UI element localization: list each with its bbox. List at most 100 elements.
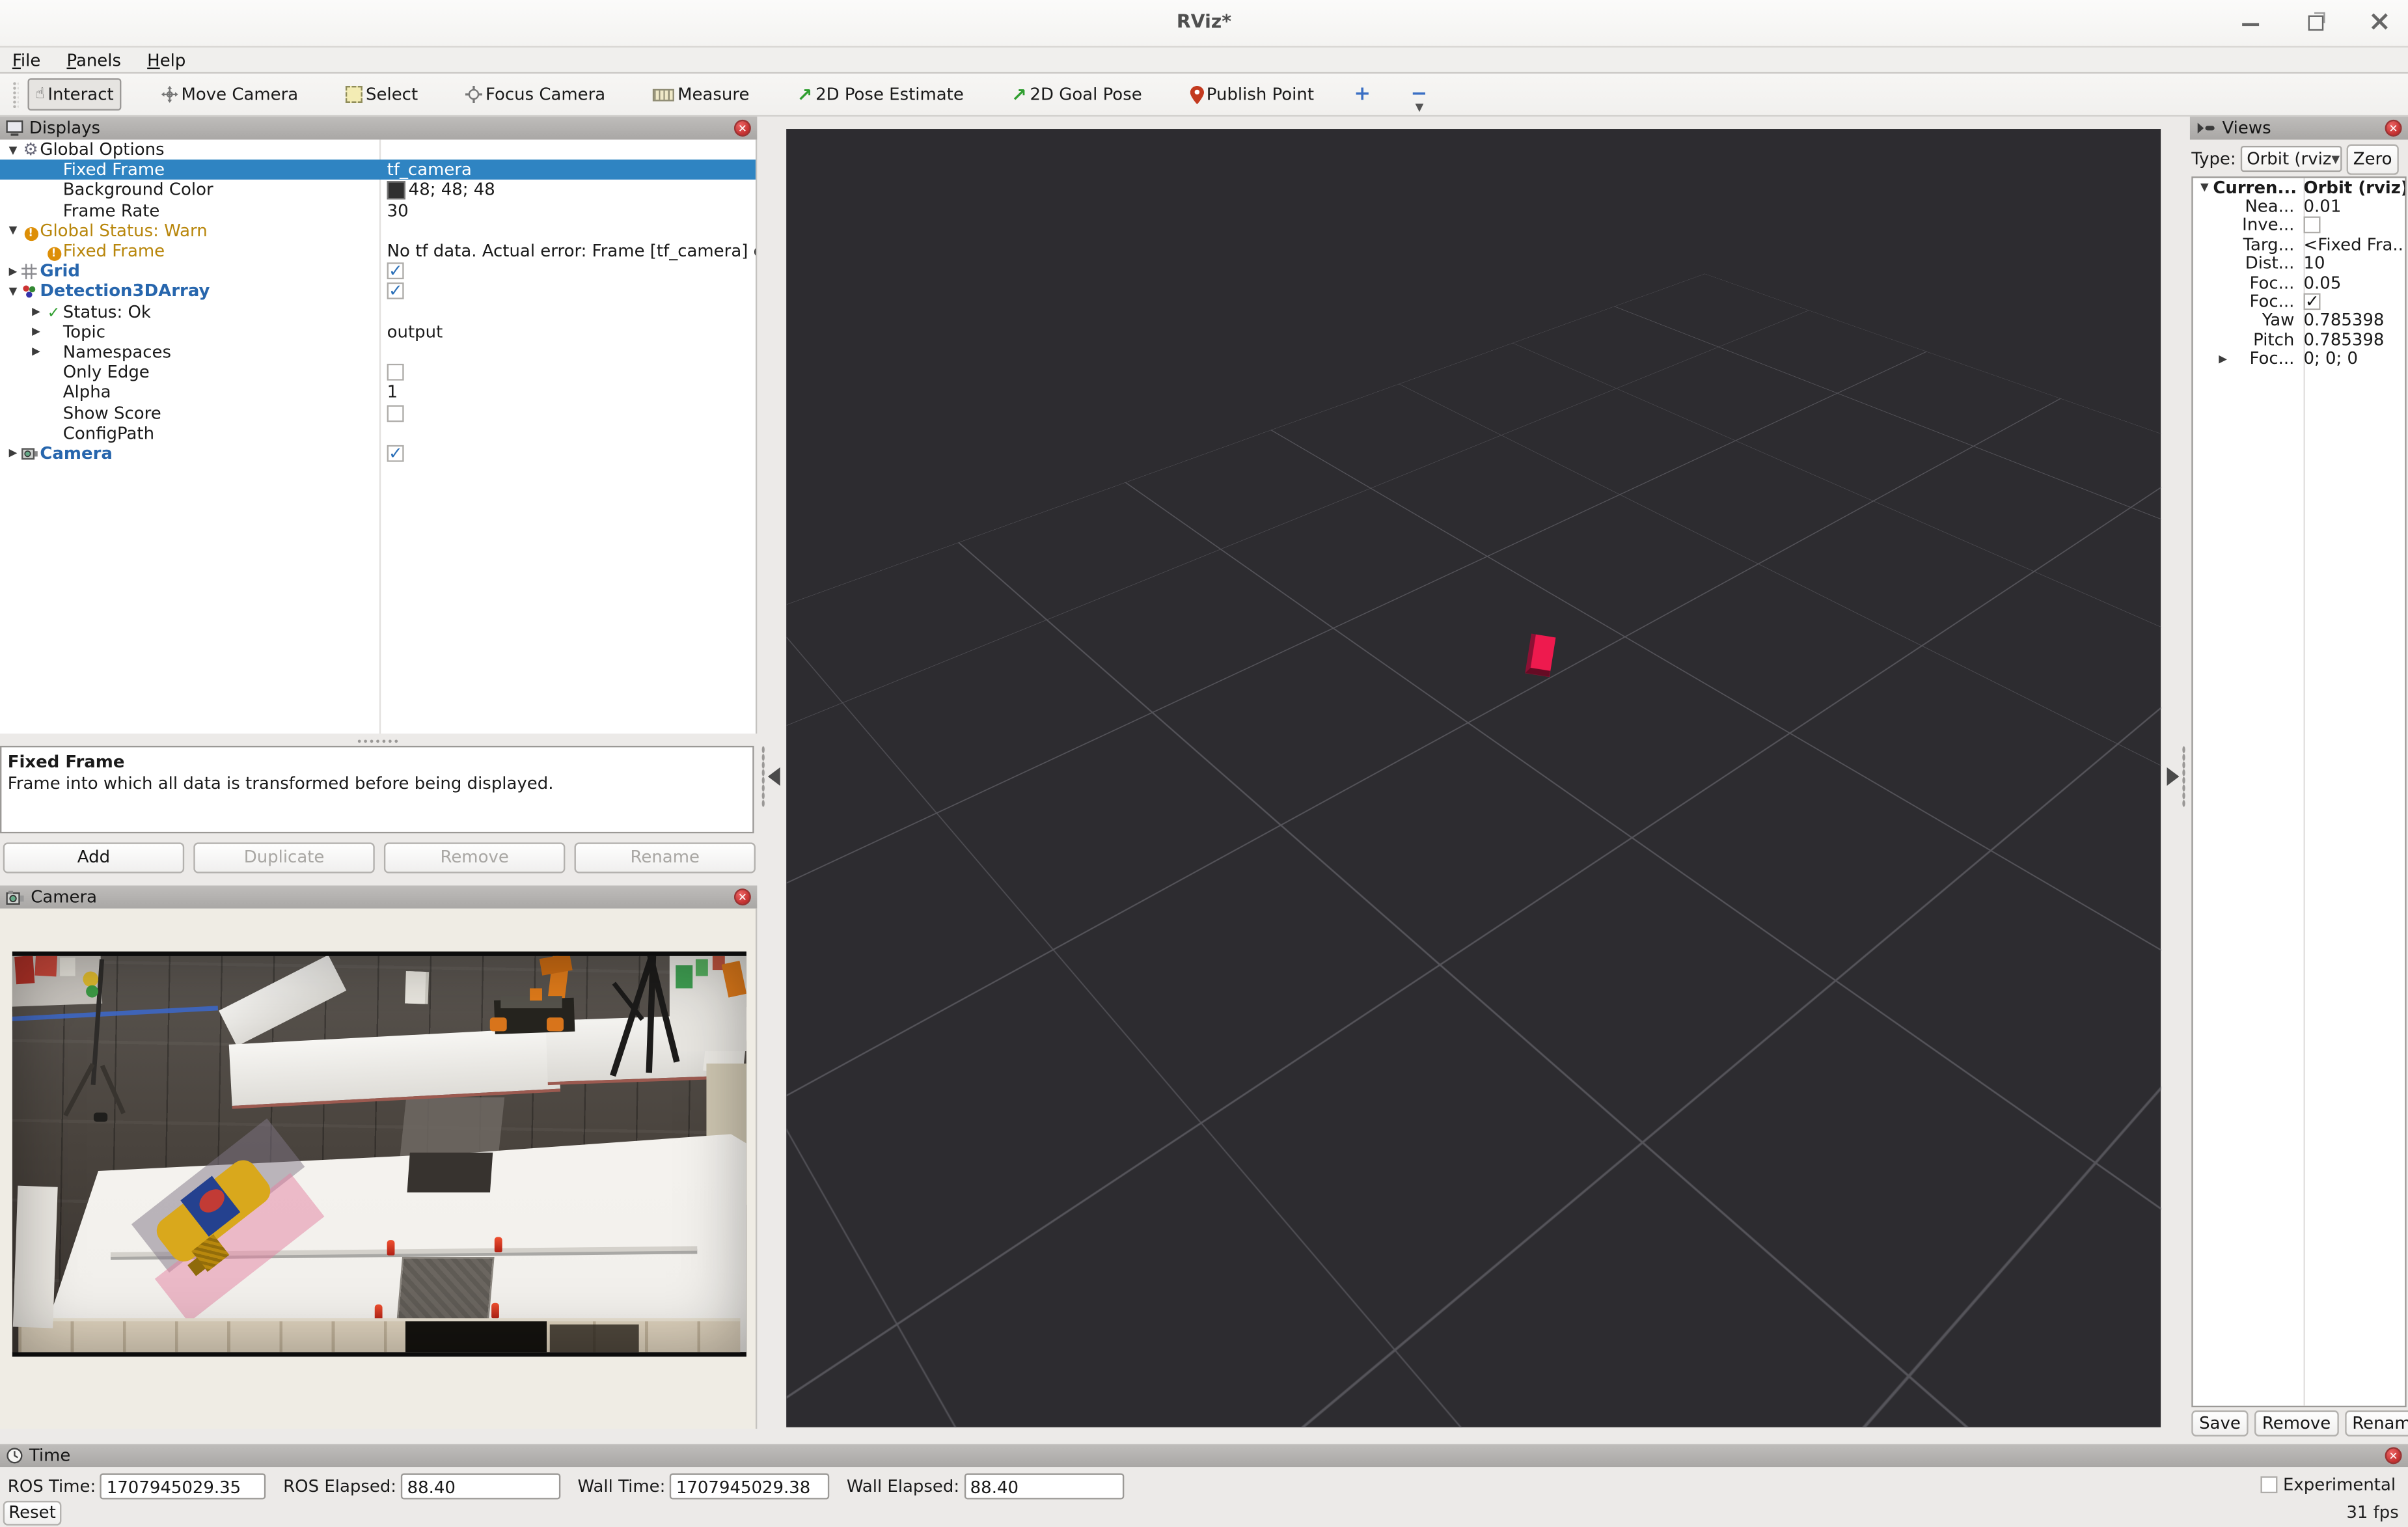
displays-tree-row[interactable]: ▶Grid✓ bbox=[0, 261, 756, 281]
property-checkbox[interactable] bbox=[2304, 217, 2321, 234]
displays-tree-row[interactable]: ▶Namespaces bbox=[0, 342, 756, 362]
zero-button[interactable]: Zero bbox=[2347, 143, 2399, 174]
property-value[interactable]: <Fixed Fra... bbox=[2304, 234, 2405, 255]
property-value[interactable]: Orbit (rviz) bbox=[2304, 178, 2405, 198]
camera-panel-header[interactable]: Camera ✕ bbox=[0, 885, 757, 908]
property-checkbox[interactable]: ✓ bbox=[2304, 293, 2321, 310]
displays-tree-row[interactable]: ▶Topicoutput bbox=[0, 322, 756, 342]
displays-tree-row[interactable]: ConfigPath bbox=[0, 423, 756, 443]
menu-file[interactable]: File bbox=[12, 50, 40, 70]
views-tree-row[interactable]: Foc...0.05 bbox=[2193, 273, 2405, 292]
close-panel-icon[interactable]: ✕ bbox=[734, 888, 751, 905]
displays-tree-row[interactable]: ▼Detection3DArray✓ bbox=[0, 281, 756, 301]
displays-tree-row[interactable]: !Fixed FrameNo tf data. Actual error: Fr… bbox=[0, 241, 756, 261]
property-value[interactable]: 0.05 bbox=[2304, 273, 2342, 293]
expander-arrow-icon[interactable]: ▶ bbox=[5, 265, 21, 277]
time-panel-header[interactable]: Time ✕ bbox=[0, 1444, 2408, 1467]
expander-arrow-icon[interactable]: ▼ bbox=[5, 144, 21, 156]
displays-tree-row[interactable]: Frame Rate30 bbox=[0, 200, 756, 221]
views-tree-row[interactable]: ▶Foc...0; 0; 0 bbox=[2193, 349, 2405, 368]
remove-button[interactable]: Remove bbox=[384, 842, 565, 873]
minimize-icon[interactable] bbox=[2239, 9, 2264, 34]
ros-time-input[interactable]: 1707945029.35 bbox=[100, 1473, 266, 1499]
property-value[interactable]: tf_camera bbox=[387, 160, 472, 180]
maximize-icon[interactable] bbox=[2304, 9, 2329, 34]
wall-elapsed-input[interactable]: 88.40 bbox=[964, 1473, 1123, 1499]
displays-tree-row[interactable]: ▼⚙Global Options bbox=[0, 140, 756, 160]
tool-move-camera[interactable]: Move Camera bbox=[154, 78, 306, 111]
displays-tree-row[interactable]: ▶✓Status: Ok bbox=[0, 301, 756, 322]
views-tree-row[interactable]: Pitch0.785398 bbox=[2193, 330, 2405, 349]
property-value[interactable]: 10 bbox=[2304, 254, 2325, 274]
right-splitter[interactable] bbox=[2162, 129, 2187, 1427]
property-value[interactable]: 0; 0; 0 bbox=[2304, 349, 2359, 369]
property-checkbox[interactable]: ✓ bbox=[387, 283, 404, 300]
rename-button[interactable]: Rename bbox=[575, 842, 756, 873]
expander-arrow-icon[interactable]: ▶ bbox=[27, 326, 44, 338]
property-value[interactable]: output bbox=[387, 322, 443, 342]
expander-arrow-icon[interactable]: ▼ bbox=[5, 225, 21, 237]
property-checkbox[interactable]: ✓ bbox=[387, 263, 404, 280]
reset-button[interactable]: Reset bbox=[3, 1501, 62, 1526]
property-checkbox[interactable]: ✓ bbox=[387, 445, 404, 462]
tool-interact[interactable]: ☝Interact bbox=[27, 78, 121, 111]
remove-tool-button[interactable]: −▼ bbox=[1410, 83, 1427, 105]
displays-tree-row[interactable]: Alpha1 bbox=[0, 383, 756, 403]
tool-measure[interactable]: Measure bbox=[646, 78, 758, 111]
view-type-dropdown[interactable]: Orbit (rviz ▼ bbox=[2241, 146, 2342, 172]
property-value[interactable]: 0.01 bbox=[2304, 197, 2342, 217]
displays-tree-row[interactable]: ▼!Global Status: Warn bbox=[0, 221, 756, 241]
displays-tree-row[interactable]: ▶Camera✓ bbox=[0, 443, 756, 463]
expander-arrow-icon[interactable]: ▶ bbox=[5, 447, 21, 460]
property-value[interactable]: 0.785398 bbox=[2304, 310, 2385, 331]
displays-tree-row[interactable]: Only Edge bbox=[0, 363, 756, 383]
displays-tree-row[interactable]: Background Color48; 48; 48 bbox=[0, 180, 756, 200]
toolbar-overflow-icon[interactable]: ▼ bbox=[1416, 102, 1424, 114]
close-panel-icon[interactable]: ✕ bbox=[2385, 1447, 2402, 1464]
views-panel-header[interactable]: Views ✕ bbox=[2190, 117, 2408, 139]
property-checkbox[interactable] bbox=[387, 364, 404, 381]
views-save-button[interactable]: Save bbox=[2191, 1410, 2248, 1437]
splitter-handle[interactable] bbox=[355, 735, 401, 744]
tool-2d-pose-estimate[interactable]: ↗2D Pose Estimate bbox=[789, 78, 972, 111]
property-value[interactable]: 1 bbox=[387, 383, 398, 403]
views-tree-row[interactable]: Dist...10 bbox=[2193, 254, 2405, 273]
toolbar-grip[interactable] bbox=[12, 81, 18, 108]
color-swatch[interactable] bbox=[387, 181, 405, 199]
ros-elapsed-input[interactable]: 88.40 bbox=[401, 1473, 560, 1499]
views-tree-row[interactable]: ▼Curren...Orbit (rviz) bbox=[2193, 178, 2405, 197]
property-value[interactable]: 0.785398 bbox=[2304, 330, 2385, 350]
duplicate-button[interactable]: Duplicate bbox=[193, 842, 374, 873]
views-tree-row[interactable]: Targ...<Fixed Fra... bbox=[2193, 235, 2405, 254]
tool-focus-camera[interactable]: Focus Camera bbox=[458, 78, 613, 111]
views-tree-row[interactable]: Inve... bbox=[2193, 216, 2405, 235]
menu-help[interactable]: Help bbox=[147, 50, 185, 70]
displays-panel-header[interactable]: Displays ✕ bbox=[0, 117, 757, 139]
tool-2d-goal-pose[interactable]: ↗2D Goal Pose bbox=[1004, 78, 1149, 111]
property-checkbox[interactable] bbox=[387, 404, 404, 421]
wall-time-input[interactable]: 1707945029.38 bbox=[670, 1473, 829, 1499]
left-splitter[interactable] bbox=[761, 129, 786, 1427]
tool-publish-point[interactable]: Publish Point bbox=[1182, 78, 1322, 111]
expander-arrow-icon[interactable]: ▶ bbox=[2215, 353, 2232, 365]
3d-viewport[interactable] bbox=[786, 129, 2161, 1427]
property-value[interactable]: 48; 48; 48 bbox=[409, 180, 495, 200]
experimental-checkbox[interactable] bbox=[2260, 1476, 2277, 1493]
views-rename-button[interactable]: Rename bbox=[2344, 1410, 2408, 1437]
displays-tree-row[interactable]: Show Score bbox=[0, 403, 756, 423]
close-panel-icon[interactable]: ✕ bbox=[2385, 120, 2402, 137]
close-panel-icon[interactable]: ✕ bbox=[734, 120, 751, 137]
expander-arrow-icon[interactable]: ▶ bbox=[27, 305, 44, 318]
expander-arrow-icon[interactable]: ▼ bbox=[5, 285, 21, 297]
expander-arrow-icon[interactable]: ▼ bbox=[2196, 182, 2213, 194]
add-tool-button[interactable]: + bbox=[1354, 83, 1371, 105]
views-tree-row[interactable]: Nea...0.01 bbox=[2193, 197, 2405, 216]
property-value[interactable]: No tf data. Actual error: Frame [tf_came… bbox=[387, 241, 756, 261]
add-button[interactable]: Add bbox=[3, 842, 184, 873]
tool-select[interactable]: Select bbox=[338, 78, 426, 111]
displays-tree-row[interactable]: Fixed Frametf_camera bbox=[0, 160, 756, 180]
property-value[interactable]: 30 bbox=[387, 200, 409, 221]
expander-arrow-icon[interactable]: ▶ bbox=[27, 346, 44, 359]
views-remove-button[interactable]: Remove bbox=[2254, 1410, 2338, 1437]
close-icon[interactable] bbox=[2368, 9, 2393, 34]
